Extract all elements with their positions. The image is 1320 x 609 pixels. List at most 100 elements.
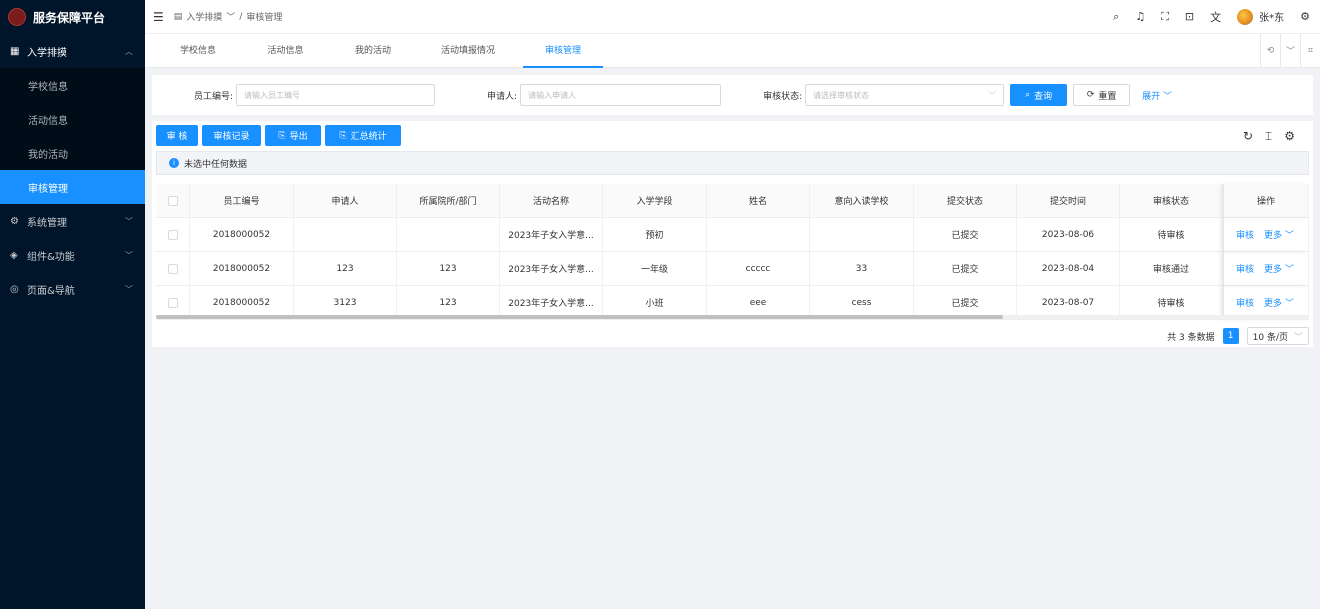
bell-icon[interactable]: ♫ [1135,10,1145,23]
refresh-icon[interactable]: ↻ [1243,129,1253,144]
app-logo[interactable]: 服务保障平台 [0,0,145,34]
table-card: 审 核 审核记录 ⎘ 导出 ⎘ 汇总统计 ↻ ⌶ ⚙ i 未选中任何数据 员工编… [152,121,1313,347]
row-more-link[interactable]: 更多 ﹀ [1264,228,1294,241]
cell-submit-status: 已提交 [914,251,1017,286]
row-checkbox[interactable] [167,297,178,308]
query-button[interactable]: ⌕ 查询 [1010,84,1068,106]
row-review-link[interactable]: 审核 [1236,228,1254,241]
settings-icon[interactable]: ⚙ [1284,129,1295,144]
lock-icon[interactable]: ⊡ [1185,10,1194,23]
row-checkbox[interactable] [167,263,178,274]
column-header[interactable]: 入学学段 [603,183,707,218]
cell-employee-id: 2018000052 [190,217,294,252]
review-records-button[interactable]: 审核记录 [202,125,261,146]
select-all-checkbox[interactable] [167,195,178,206]
user-menu[interactable]: 张*东 [1237,8,1284,25]
menu-fold-icon[interactable]: ☰ [153,10,164,24]
row-more-link[interactable]: 更多 ﹀ [1264,262,1294,275]
column-height-icon[interactable]: ⌶ [1265,129,1272,144]
row-checkbox[interactable] [167,229,178,240]
expand-link[interactable]: 展开 ﹀ [1142,89,1172,102]
sidebar-group-enrollment[interactable]: ▦ 入学排摸 ︿ [0,34,145,68]
cell-submit-time: 2023-08-06 [1017,217,1120,252]
chevron-down-icon: ﹀ [1282,231,1294,241]
tab-activity-info[interactable]: 活动信息 [238,34,333,68]
cell-review-status: 审核通过 [1120,251,1223,286]
horizontal-scrollbar[interactable] [156,315,1309,319]
column-header[interactable]: 员工编号 [190,183,294,218]
review-button[interactable]: 审 核 [156,125,198,146]
page-tabs: 学校信息 活动信息 我的活动 活动填报情况 审核管理 ⟲ ﹀ ⌗ [145,33,1320,68]
fullscreen-icon[interactable]: ⛶ [1161,10,1169,24]
column-header[interactable]: 申请人 [294,183,397,218]
more-label: 更多 [1264,231,1283,241]
reset-button[interactable]: ⟳ 重置 [1073,84,1131,106]
applicant-input[interactable]: 请输入申请人 [520,84,722,106]
tab-activity-fill-status[interactable]: 活动填报情况 [413,34,523,68]
sidebar-group-label: 组件&功能 [27,251,75,263]
cell-department [397,217,500,252]
table-header-row: 员工编号 申请人 所属院所/部门 活动名称 入学学段 姓名 意向入读学校 提交状… [156,183,1309,218]
tab-school-info[interactable]: 学校信息 [158,34,238,68]
logo-icon [8,8,26,26]
page-size-select[interactable]: 10 条/页 ﹀ [1246,327,1309,345]
chevron-down-icon: ﹀ [1163,91,1173,102]
translate-icon[interactable]: 文 [1210,9,1221,25]
employee-id-label: 员工编号: [194,91,234,102]
avatar [1237,8,1254,25]
cell-stage: 一年级 [603,251,707,286]
row-review-link[interactable]: 审核 [1236,262,1254,275]
breadcrumb-table-icon: ▤ [173,11,183,22]
cell-name [707,217,810,252]
sidebar-item-school-info[interactable]: 学校信息 [0,68,145,102]
column-header[interactable]: 姓名 [707,183,810,218]
column-header[interactable]: 提交状态 [914,183,1017,218]
expand-icon[interactable]: ⌗ [1300,33,1320,68]
column-header[interactable]: 审核状态 [1120,183,1223,218]
tab-review-management[interactable]: 审核管理 [523,34,603,68]
tab-my-activities[interactable]: 我的活动 [333,34,413,68]
review-status-placeholder: 请选择审核状态 [813,90,870,100]
sidebar-group-system[interactable]: ⚙ 系统管理 ﹀ [0,204,145,238]
sidebar-submenu: 学校信息 活动信息 我的活动 审核管理 [0,68,145,204]
sidebar-item-activity-info[interactable]: 活动信息 [0,102,145,136]
column-header[interactable]: 所属院所/部门 [397,183,500,218]
chevron-down-icon[interactable]: ﹀ [1280,33,1300,68]
cell-activity-name: 2023年子女入学意... [500,217,603,252]
cell-department: 123 [397,251,500,286]
table-row: 2018000052 123 123 2023年子女入学意... 一年级 ccc… [156,251,1309,286]
settings-icon[interactable]: ⚙ [1300,10,1310,23]
row-review-link[interactable]: 审核 [1236,296,1254,309]
sidebar-group-label: 入学排摸 [27,47,67,59]
summary-button[interactable]: ⎘ 汇总统计 [325,125,401,146]
column-header[interactable]: 活动名称 [500,183,603,218]
row-more-link[interactable]: 更多 ﹀ [1264,296,1294,309]
page-button[interactable]: 1 [1222,328,1239,344]
sidebar-item-my-activities[interactable]: 我的活动 [0,136,145,170]
sidebar-item-review-management[interactable]: 审核管理 [0,170,145,204]
breadcrumb-separator: / [239,11,243,22]
cell-school: 33 [810,251,914,286]
table-tools: ↻ ⌶ ⚙ [1243,129,1295,144]
cell-operations: 审核 更多 ﹀ [1223,251,1309,286]
export-button[interactable]: ⎘ 导出 [265,125,321,146]
review-status-select[interactable]: 请选择审核状态 ﹀ [805,84,1005,106]
chevron-down-icon: ﹀ [125,250,133,260]
sidebar-group-pages[interactable]: ◎ 页面&导航 ﹀ [0,272,145,306]
cell-applicant: 123 [294,251,397,286]
chevron-down-icon: ﹀ [1282,299,1294,309]
selection-alert-text: 未选中任何数据 [184,159,248,170]
export-label: 导出 [289,132,308,142]
column-header[interactable]: 提交时间 [1017,183,1120,218]
query-button-label: 查询 [1034,91,1053,102]
column-header[interactable]: 意向入读学校 [810,183,914,218]
cell-activity-name: 2023年子女入学意... [500,251,603,286]
employee-id-input[interactable]: 请输入员工编号 [236,84,436,106]
scrollbar-thumb[interactable] [156,315,1003,319]
breadcrumb-item: 审核管理 [246,13,283,23]
cell-operations: 审核 更多 ﹀ [1223,217,1309,252]
sidebar-group-components[interactable]: ◈ 组件&功能 ﹀ [0,238,145,272]
refresh-icon[interactable]: ⟲ [1260,33,1280,68]
search-icon[interactable]: ⌕ [1113,10,1119,24]
breadcrumb-item[interactable]: 入学排摸 [186,10,222,23]
